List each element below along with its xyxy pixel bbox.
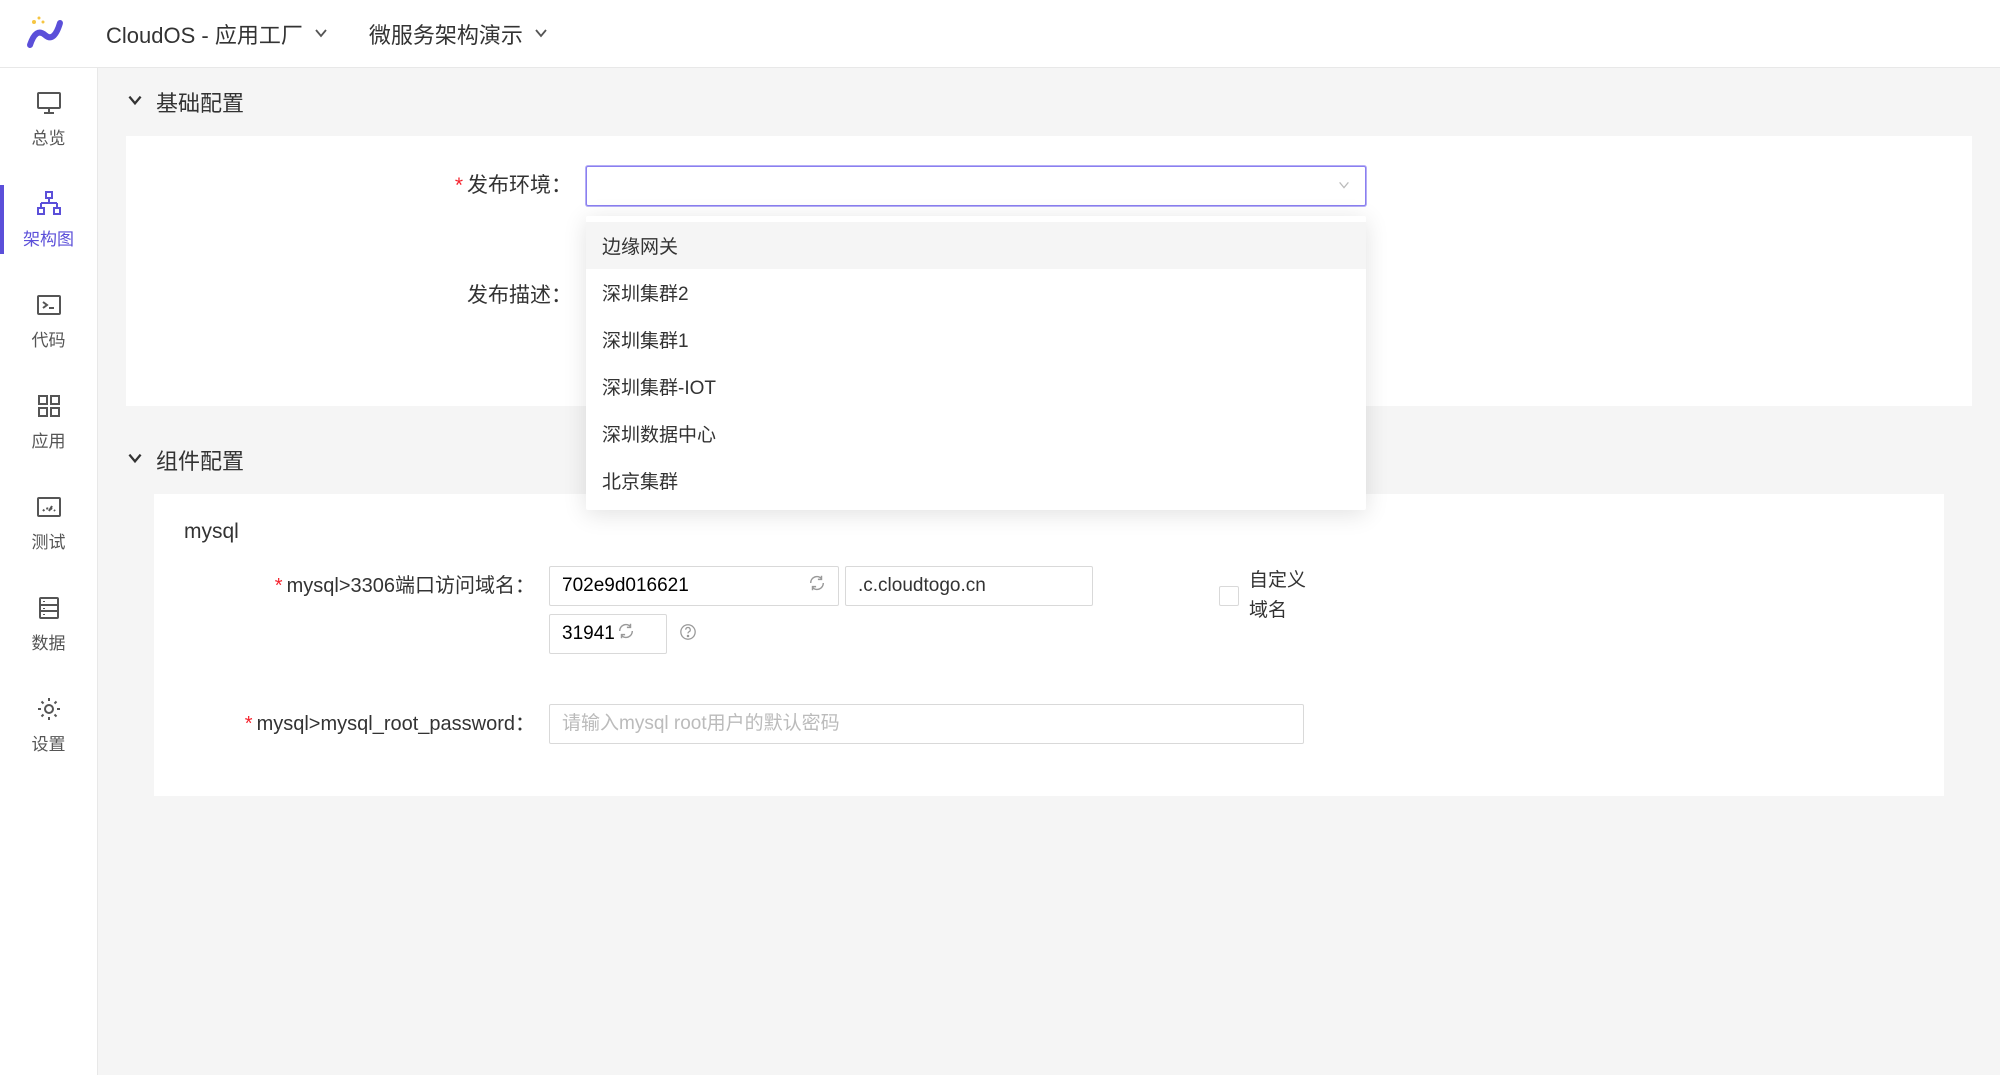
dropdown-item[interactable]: 深圳数据中心 — [586, 410, 1366, 457]
breadcrumb-project-label: 微服务架构演示 — [369, 18, 523, 50]
sidebar-item-label: 架构图 — [23, 225, 74, 250]
logo — [24, 13, 66, 55]
refresh-icon[interactable] — [617, 622, 635, 646]
sidebar: 总览 架构图 代码 应用 测试 — [0, 68, 98, 1075]
custom-domain-checkbox[interactable] — [1219, 586, 1239, 606]
gear-icon — [34, 694, 64, 724]
terminal-icon — [34, 290, 64, 320]
section-basic-header[interactable]: 基础配置 — [98, 68, 2000, 136]
required-icon: * — [455, 174, 463, 197]
database-icon — [34, 593, 64, 623]
chevron-down-icon — [126, 89, 144, 115]
grid-icon — [34, 391, 64, 421]
mysql-port-label: *mysql>3306端口访问域名： — [184, 566, 549, 606]
main-content: 基础配置 *发布环境： 边缘网关 深圳集群2 深圳集群1 — [98, 68, 2000, 1075]
env-dropdown: 边缘网关 深圳集群2 深圳集群1 深圳集群-IOT 深圳数据中心 北京集群 — [586, 216, 1366, 510]
sidebar-item-label: 总览 — [32, 124, 66, 149]
env-label: *发布环境： — [166, 166, 586, 206]
dropdown-item[interactable]: 边缘网关 — [586, 222, 1366, 269]
dropdown-item[interactable]: 北京集群 — [586, 457, 1366, 504]
sidebar-item-architecture[interactable]: 架构图 — [0, 189, 97, 250]
gauge-icon — [34, 492, 64, 522]
sidebar-item-apps[interactable]: 应用 — [0, 391, 97, 452]
breadcrumb-app[interactable]: CloudOS - 应用工厂 — [106, 18, 329, 50]
sitemap-icon — [34, 189, 64, 219]
section-title: 基础配置 — [156, 86, 244, 118]
mysql-host-input[interactable] — [549, 566, 839, 606]
section-title: 组件配置 — [156, 444, 244, 476]
chevron-down-icon — [533, 21, 549, 47]
component-name: mysql — [184, 520, 1914, 544]
component-mysql-card: mysql *mysql>3306端口访问域名： — [154, 494, 1944, 796]
sidebar-item-test[interactable]: 测试 — [0, 492, 97, 553]
sidebar-item-label: 数据 — [32, 629, 66, 654]
breadcrumb-project[interactable]: 微服务架构演示 — [369, 18, 549, 50]
dropdown-item[interactable]: 深圳集群-IOT — [586, 363, 1366, 410]
section-basic-body: *发布环境： 边缘网关 深圳集群2 深圳集群1 深圳集群-IOT 深圳数据中心 — [126, 136, 1972, 406]
dropdown-item[interactable]: 深圳集群1 — [586, 316, 1366, 363]
sidebar-item-label: 应用 — [32, 427, 66, 452]
sidebar-item-label: 设置 — [32, 730, 66, 755]
sidebar-item-label: 测试 — [32, 528, 66, 553]
mysql-password-label: *mysql>mysql_root_password： — [184, 704, 549, 744]
monitor-icon — [34, 88, 64, 118]
sidebar-item-code[interactable]: 代码 — [0, 290, 97, 351]
mysql-domain-suffix: .c.cloudtogo.cn — [845, 566, 1093, 606]
sidebar-item-settings[interactable]: 设置 — [0, 694, 97, 755]
required-icon: * — [245, 713, 253, 735]
custom-domain-label: 自定义域名 — [1249, 566, 1309, 626]
refresh-icon[interactable] — [808, 574, 826, 598]
chevron-down-icon — [313, 21, 329, 47]
help-icon[interactable] — [679, 623, 697, 646]
sidebar-item-label: 代码 — [32, 326, 66, 351]
sidebar-item-data[interactable]: 数据 — [0, 593, 97, 654]
sidebar-item-overview[interactable]: 总览 — [0, 88, 97, 149]
desc-label: 发布描述： — [166, 276, 586, 316]
required-icon: * — [275, 575, 283, 597]
dropdown-item[interactable]: 深圳集群2 — [586, 269, 1366, 316]
mysql-port-input[interactable] — [549, 614, 667, 654]
breadcrumb-app-label: CloudOS - 应用工厂 — [106, 18, 303, 50]
header: CloudOS - 应用工厂 微服务架构演示 — [0, 0, 2000, 68]
mysql-password-input[interactable] — [549, 704, 1304, 744]
chevron-down-icon — [1337, 176, 1351, 197]
env-select[interactable] — [586, 166, 1366, 206]
chevron-down-icon — [126, 447, 144, 473]
